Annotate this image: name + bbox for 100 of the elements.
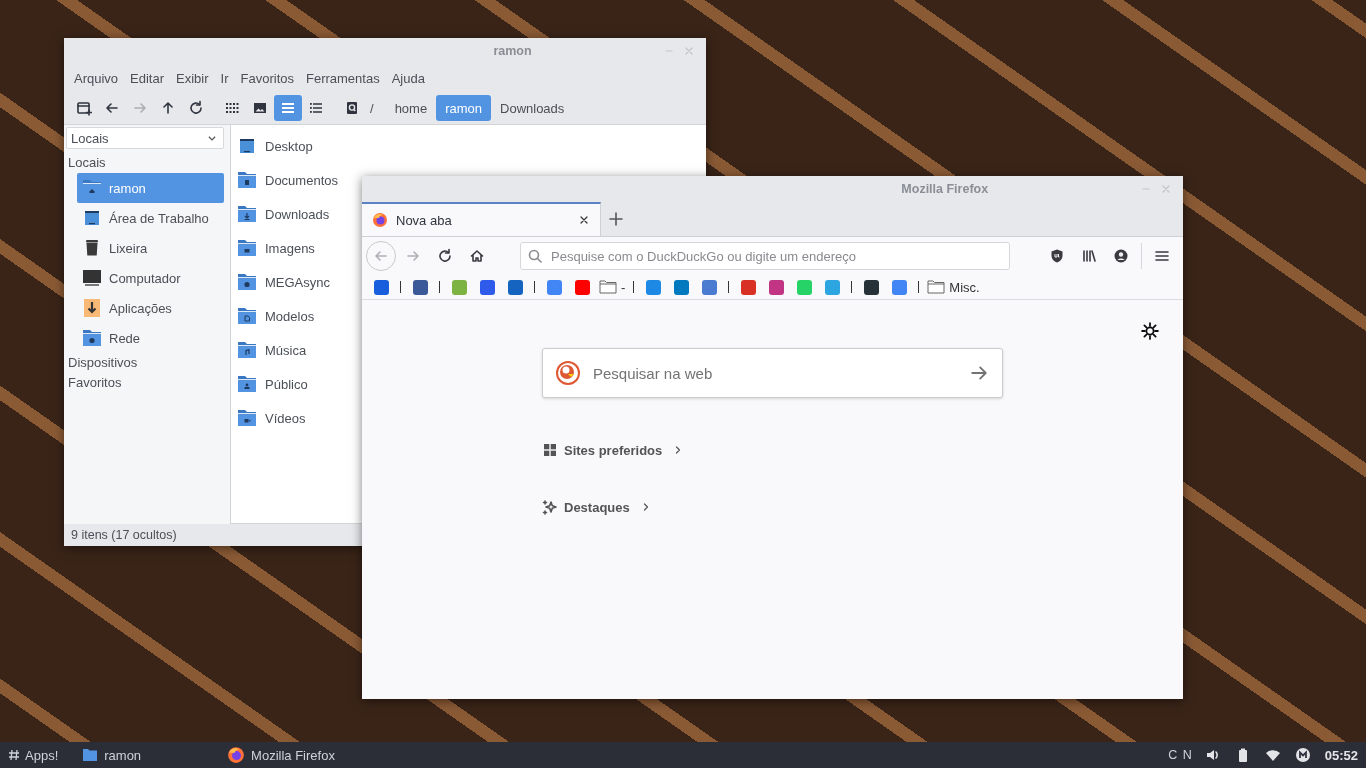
sidebar-item[interactable]: Computador (77, 263, 224, 293)
address-bar[interactable]: Pesquise com o DuckDuckGo ou digite um endereço (520, 242, 1010, 270)
file-item[interactable]: Downloads (231, 197, 334, 231)
grid-icon (224, 100, 240, 116)
menu-item[interactable]: Ajuda (385, 70, 431, 86)
firefox-icon (227, 746, 246, 764)
grid-icon (542, 442, 558, 458)
hash-icon (8, 749, 20, 761)
section-heading[interactable]: Locais (64, 153, 230, 173)
folder-icon (236, 204, 258, 224)
menu-item[interactable]: Exibir (170, 70, 215, 86)
sidebar-item[interactable]: Área de Trabalho (77, 203, 224, 233)
reload-icon (188, 100, 204, 116)
menu-item[interactable]: Arquivo (68, 70, 125, 86)
folder-icon (599, 280, 617, 294)
file-item[interactable]: Documentos (231, 163, 342, 197)
plus-icon (608, 211, 624, 227)
menu-item[interactable]: Favoritos (234, 70, 300, 86)
bookmark-folder[interactable]: Misc. (927, 276, 980, 298)
volume-icon[interactable] (1204, 747, 1221, 763)
section-heading[interactable]: Favoritos (64, 373, 230, 393)
reload-icon (437, 248, 453, 264)
taskbar-window-button[interactable]: Mozilla Firefox (219, 742, 343, 768)
close-icon (683, 45, 695, 57)
file-item[interactable]: Público (231, 367, 312, 401)
close-icon (1160, 183, 1172, 195)
file-item[interactable]: Desktop (231, 129, 317, 163)
home-icon (469, 248, 485, 264)
bookmark-icon[interactable] (412, 279, 428, 295)
section-heading[interactable]: Dispositivos (64, 353, 230, 373)
window-title: Mozilla Firefox (900, 182, 990, 196)
folder-icon (81, 328, 103, 348)
web-search-box[interactable]: Pesquisar na web (542, 348, 1003, 398)
close-icon (578, 214, 590, 226)
clock: 05:52 (1324, 747, 1358, 763)
places-dropdown[interactable]: Locais (66, 127, 224, 149)
folder-icon (927, 280, 946, 294)
folder-icon (236, 238, 258, 258)
folder-icon (236, 408, 258, 428)
sparkle-icon (542, 499, 558, 515)
file-item[interactable]: Música (231, 333, 311, 367)
file-item[interactable]: MEGAsync (231, 265, 334, 299)
account-icon (1113, 248, 1129, 264)
path-root-button[interactable]: / (366, 95, 382, 121)
list-icon (280, 100, 296, 116)
status-text: 9 itens (17 ocultos) (70, 527, 178, 544)
breadcrumb-button[interactable]: Downloads (491, 95, 574, 121)
cloud-sync-icon[interactable] (1294, 747, 1311, 763)
bookmark-icon[interactable] (479, 279, 495, 295)
folder-icon (236, 306, 258, 326)
folder-icon (82, 748, 99, 762)
search-icon (527, 248, 543, 264)
folder-icon (236, 374, 258, 394)
keyboard-indicator: C N (1168, 748, 1193, 762)
folder-icon (236, 272, 258, 292)
folder-icon (236, 340, 258, 360)
settings-button[interactable] (1139, 320, 1161, 342)
arrow-left-icon (373, 248, 389, 264)
bookmark-folder[interactable]: - (599, 276, 626, 298)
apps-menu-button[interactable]: Apps! (0, 742, 67, 768)
file-item[interactable]: Imagens (231, 231, 319, 265)
chevron-down-icon (207, 133, 217, 143)
location-icon (344, 100, 360, 116)
web-search-field[interactable]: Pesquisar na web (591, 363, 960, 383)
settings-icon (1141, 322, 1159, 340)
arrow-right-icon (405, 248, 421, 264)
bookmark-icon[interactable] (373, 279, 389, 295)
menu-item[interactable]: Editar (124, 70, 171, 86)
computer-icon (81, 268, 103, 288)
section-toggle[interactable]: Sites preferidos (542, 440, 685, 460)
file-item[interactable]: Modelos (231, 299, 319, 333)
detail-list-icon (308, 100, 324, 116)
arrow-left-icon (104, 100, 120, 116)
library-icon (1081, 248, 1097, 264)
dropdown-value: Locais (71, 130, 109, 146)
folder-icon (236, 170, 258, 190)
arrow-right-icon (970, 364, 988, 382)
firefox-icon (372, 212, 388, 228)
file-item[interactable]: Vídeos (231, 401, 310, 435)
sidebar-item[interactable]: Aplicações (77, 293, 224, 323)
bookmark-icon[interactable] (863, 279, 879, 295)
image-icon (252, 100, 268, 116)
browser-tab[interactable]: Nova aba (362, 202, 601, 236)
download-icon (81, 298, 103, 318)
menu-icon (1154, 248, 1170, 264)
duck-logo-icon (555, 360, 581, 386)
arrow-right-icon (132, 100, 148, 116)
breadcrumb-button[interactable]: home (385, 95, 437, 121)
window-title: ramon (492, 44, 533, 58)
menu-item[interactable]: Ir (214, 70, 235, 86)
window-plus-icon (76, 100, 92, 116)
section-toggle[interactable]: Destaques (542, 497, 652, 517)
sidebar-item[interactable]: Lixeira (77, 233, 224, 263)
sidebar-item[interactable]: Rede (77, 323, 224, 353)
taskbar-window-button[interactable]: ramon (74, 742, 150, 768)
arrow-up-icon (160, 100, 176, 116)
bookmark-icon[interactable] (507, 279, 523, 295)
shield-icon (1049, 248, 1065, 264)
wifi-icon[interactable] (1264, 747, 1281, 763)
menu-item[interactable]: Ferramentas (300, 70, 386, 86)
